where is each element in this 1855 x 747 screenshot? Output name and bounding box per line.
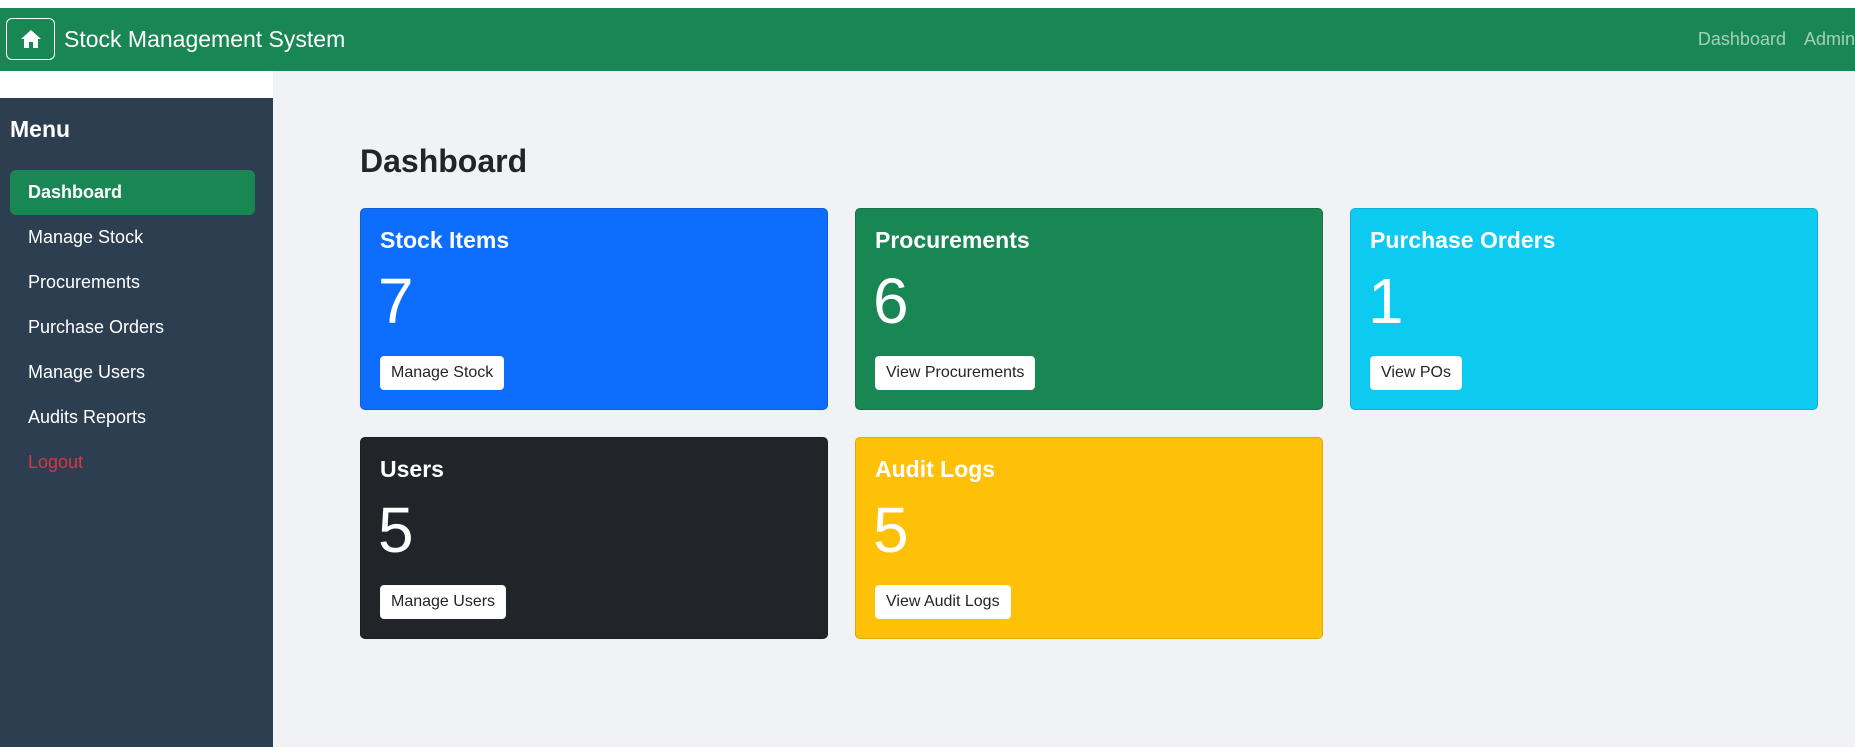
card-title: Procurements xyxy=(875,227,1030,253)
view-procurements-button[interactable]: View Procurements xyxy=(875,356,1036,390)
page-title: Dashboard xyxy=(360,143,528,179)
card-audit-logs: Audit Logs 5 View Audit Logs xyxy=(855,437,1323,639)
sidebar-item-manage-users[interactable]: Manage Users xyxy=(10,350,255,395)
card-title: Users xyxy=(380,456,444,482)
card-count: 5 xyxy=(873,494,909,566)
app-brand[interactable]: Stock Management System xyxy=(64,26,345,54)
view-audit-logs-button[interactable]: View Audit Logs xyxy=(875,585,1011,619)
view-pos-button[interactable]: View POs xyxy=(1370,356,1462,390)
manage-users-button[interactable]: Manage Users xyxy=(380,585,507,619)
sidebar-item-audits-reports[interactable]: Audits Reports xyxy=(10,395,255,440)
sidebar-item-purchase-orders[interactable]: Purchase Orders xyxy=(10,305,255,350)
sidebar-item-logout[interactable]: Logout xyxy=(10,440,255,485)
card-procurements: Procurements 6 View Procurements xyxy=(855,208,1323,410)
card-count: 1 xyxy=(1368,265,1404,337)
sidebar: Menu Dashboard Manage Stock Procurements… xyxy=(0,98,273,747)
card-stock-items: Stock Items 7 Manage Stock xyxy=(360,208,828,410)
nav-link-dashboard[interactable]: Dashboard xyxy=(1698,29,1786,50)
home-icon xyxy=(20,30,41,48)
sidebar-item-manage-stock[interactable]: Manage Stock xyxy=(10,215,255,260)
sidebar-title: Menu xyxy=(10,116,71,142)
card-count: 5 xyxy=(378,494,414,566)
nav-link-admin[interactable]: Admin xyxy=(1804,29,1855,50)
top-navbar: Stock Management System Dashboard Admin xyxy=(0,8,1855,71)
card-purchase-orders: Purchase Orders 1 View POs xyxy=(1350,208,1818,410)
home-button[interactable] xyxy=(6,18,55,60)
card-count: 7 xyxy=(378,265,414,337)
sidebar-item-dashboard[interactable]: Dashboard xyxy=(10,170,255,215)
sidebar-item-procurements[interactable]: Procurements xyxy=(10,260,255,305)
card-count: 6 xyxy=(873,265,909,337)
card-users: Users 5 Manage Users xyxy=(360,437,828,639)
manage-stock-button[interactable]: Manage Stock xyxy=(380,356,505,390)
card-title: Stock Items xyxy=(380,227,510,253)
card-title: Audit Logs xyxy=(875,456,996,482)
card-title: Purchase Orders xyxy=(1370,227,1556,253)
